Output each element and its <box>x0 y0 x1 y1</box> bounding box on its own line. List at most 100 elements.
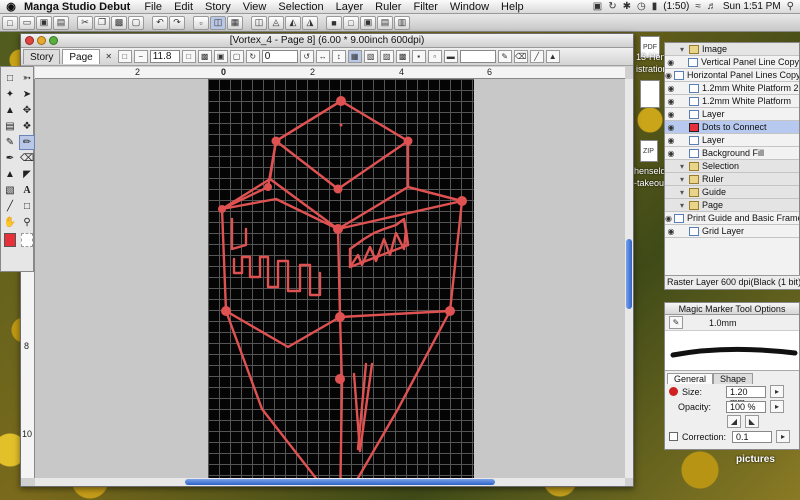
shape-option-icon[interactable]: ▲ <box>545 50 560 63</box>
zoom-out-icon[interactable]: − <box>133 50 148 63</box>
visibility-eye-icon[interactable]: ◉ <box>665 123 677 132</box>
minimize-icon[interactable] <box>37 36 46 45</box>
text-tool-icon[interactable]: A <box>19 183 35 198</box>
layer-folder-row[interactable]: ▾ Page <box>665 199 799 212</box>
print-icon[interactable]: ▤ <box>53 15 69 30</box>
pen-tool-icon[interactable]: ✒ <box>2 151 18 166</box>
menu-edit[interactable]: Edit <box>168 1 199 13</box>
snap-grid-icon[interactable]: ▦ <box>347 50 362 63</box>
bluetooth-icon[interactable]: ✱ <box>623 1 631 12</box>
hand-tool-icon[interactable]: ✋ <box>2 215 18 230</box>
view-single-icon[interactable]: ▫ <box>193 15 209 30</box>
layer-folder-row[interactable]: ▾ Guide <box>665 186 799 199</box>
menu-file[interactable]: File <box>138 1 168 13</box>
clear-icon[interactable]: ▢ <box>128 15 144 30</box>
brush-size-row[interactable]: ✎ 1.0mm <box>665 315 799 331</box>
tab-general[interactable]: General <box>667 373 714 384</box>
pages-icon[interactable]: ▩ <box>197 50 212 63</box>
document-icon[interactable] <box>640 80 660 108</box>
battery-time[interactable]: (1:50) <box>663 1 689 12</box>
snap-perspective-icon[interactable]: ▪ <box>411 50 426 63</box>
layer-row[interactable]: ◉ Vertical Panel Line Copy <box>665 56 799 69</box>
palette-d-icon[interactable]: ▤ <box>377 15 393 30</box>
menu-app-name[interactable]: Manga Studio Debut <box>22 1 138 13</box>
menu-view[interactable]: View <box>237 1 273 13</box>
visibility-eye-icon[interactable]: ◉ <box>665 84 677 93</box>
save-icon[interactable]: ▣ <box>36 15 52 30</box>
layer-row[interactable]: ◉ Layer <box>665 134 799 147</box>
move-tool-icon[interactable]: ✥ <box>19 103 35 118</box>
visibility-eye-icon[interactable]: ◉ <box>665 227 677 236</box>
manga-page[interactable] <box>208 79 474 478</box>
pattern-tool-icon[interactable]: ▧ <box>2 183 18 198</box>
snap-pixel-icon[interactable]: ▫ <box>427 50 442 63</box>
pen-icon[interactable]: ✎ <box>497 50 512 63</box>
opacity-field[interactable]: 100 % <box>726 400 766 413</box>
view-dual-icon[interactable]: ◫ <box>210 15 226 30</box>
palette-a-icon[interactable]: ■ <box>326 15 342 30</box>
display-icon[interactable]: ▣ <box>593 1 602 12</box>
menu-window[interactable]: Window <box>444 1 495 13</box>
tab-page[interactable]: Page <box>62 49 100 64</box>
layer-row[interactable]: ◉ Horizontal Panel Lines Copy <box>665 69 799 82</box>
visibility-eye-icon[interactable]: ◉ <box>665 97 677 106</box>
rotate-icon[interactable]: ↻ <box>245 50 260 63</box>
tab-shape[interactable]: Shape <box>713 373 754 384</box>
paste-icon[interactable]: ▩ <box>111 15 127 30</box>
disclosure-triangle-icon[interactable]: ▾ <box>677 45 687 54</box>
tool-options-title[interactable]: Magic Marker Tool Options <box>665 303 799 315</box>
rotate-left-icon[interactable]: ↺ <box>299 50 314 63</box>
horizontal-scrollbar[interactable] <box>35 478 625 486</box>
redo-icon[interactable]: ↷ <box>169 15 185 30</box>
palette-e-icon[interactable]: ▥ <box>394 15 410 30</box>
zoom-icon[interactable] <box>49 36 58 45</box>
page-icon[interactable]: □ <box>181 50 196 63</box>
new-file-icon[interactable]: □ <box>2 15 18 30</box>
visibility-eye-icon[interactable]: ◉ <box>665 214 672 223</box>
object-tool-icon[interactable]: ▲ <box>2 103 18 118</box>
layer-folder-row[interactable]: ▾ Image <box>665 43 799 56</box>
marker-tool-icon[interactable]: ✏ <box>19 135 35 150</box>
line-tool-icon[interactable]: ╱ <box>2 199 18 214</box>
palette-c-icon[interactable]: ▣ <box>360 15 376 30</box>
disclosure-triangle-icon[interactable]: ▾ <box>677 201 687 210</box>
open-file-icon[interactable]: ▭ <box>19 15 35 30</box>
palette-b-icon[interactable]: □ <box>343 15 359 30</box>
visibility-eye-icon[interactable]: ◉ <box>665 149 677 158</box>
magic-wand-tool-icon[interactable]: ✦ <box>2 87 18 102</box>
correction-arrow-icon[interactable]: ▸ <box>776 430 790 443</box>
close-tab-icon[interactable]: ✕ <box>102 50 116 63</box>
document-titlebar[interactable]: [Vortex_4 - Page 8] (6.00 * 9.00inch 600… <box>21 34 633 48</box>
menu-filter[interactable]: Filter <box>407 1 443 13</box>
disclosure-triangle-icon[interactable]: ▾ <box>677 188 687 197</box>
layer-row[interactable]: ◉ Print Guide and Basic Frame <box>665 212 799 225</box>
canvas-area[interactable] <box>35 79 625 478</box>
option-field[interactable] <box>459 50 496 63</box>
shape-a-icon[interactable]: ◢ <box>727 415 741 428</box>
transform-tool-icon[interactable]: ❖ <box>19 119 35 134</box>
layer-row[interactable]: ◉ 1.2mm White Platform <box>665 95 799 108</box>
layer-row[interactable]: ◉ Dots to Connect <box>665 121 799 134</box>
fit-window-icon[interactable]: ▢ <box>229 50 244 63</box>
flip-icon[interactable]: ↕ <box>331 50 346 63</box>
rectangle-tool-icon[interactable]: □ <box>19 199 35 214</box>
vertical-scroll-thumb[interactable] <box>626 239 632 309</box>
layer-folder-row[interactable]: ▾ Ruler <box>665 173 799 186</box>
select-tool-icon[interactable]: ➤ <box>19 87 35 102</box>
horizontal-scroll-thumb[interactable] <box>185 479 495 485</box>
zoom-field[interactable]: 11.8 <box>149 50 180 63</box>
line-option-icon[interactable]: ╱ <box>529 50 544 63</box>
volume-icon[interactable]: ♬ <box>707 1 717 12</box>
wifi-icon[interactable]: ≈ <box>695 1 701 12</box>
disclosure-triangle-icon[interactable]: ▾ <box>677 162 687 171</box>
correction-field[interactable]: 0.1 <box>732 430 772 443</box>
layer-row[interactable]: ◉ 1.2mm White Platform 2 <box>665 82 799 95</box>
time-machine-icon[interactable]: ◷ <box>637 1 646 12</box>
eyedropper-tool-icon[interactable]: ✎ <box>2 135 18 150</box>
layer-folder-row[interactable]: ▾ Selection <box>665 160 799 173</box>
snap-ruler-icon[interactable]: ▧ <box>363 50 378 63</box>
menu-story[interactable]: Story <box>199 1 237 13</box>
eraser-tool-icon[interactable]: ⌫ <box>19 151 35 166</box>
layer-row[interactable]: ◉ Background Fill <box>665 147 799 160</box>
zip-file-icon[interactable]: ZIP <box>640 140 658 162</box>
